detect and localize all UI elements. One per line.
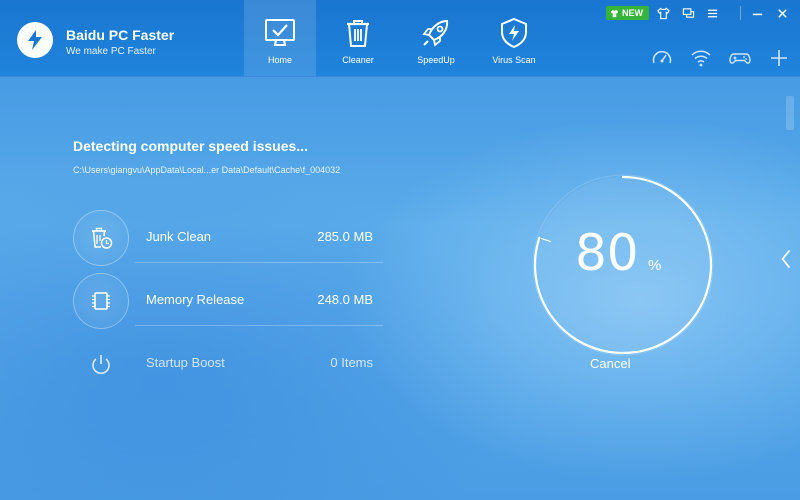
lightning-icon: [28, 30, 42, 50]
scan-current-path: C:\Users\giangvu\AppData\Local...er Data…: [73, 165, 341, 175]
monitor-check-icon: [265, 19, 295, 46]
junk-clean-badge: [73, 210, 129, 266]
tab-cleaner-label: Cleaner: [342, 55, 374, 65]
speedometer-icon: [652, 50, 672, 64]
shirt-outline-icon: [656, 6, 670, 19]
new-badge[interactable]: NEW: [606, 6, 649, 20]
minimize-icon: [752, 13, 762, 15]
game-mode-button[interactable]: [728, 46, 752, 70]
new-badge-label: NEW: [622, 8, 643, 18]
feedback-button[interactable]: [679, 4, 697, 22]
memory-release-badge: [73, 273, 129, 329]
rocket-icon: [422, 19, 449, 47]
progress-percent: 80: [575, 224, 639, 282]
row-divider: [135, 325, 383, 326]
shield-bolt-icon: [501, 17, 527, 49]
plus-icon: [771, 50, 787, 66]
app-window: Baidu PC Faster We make PC Faster Home C…: [0, 0, 800, 500]
startup-boost-badge: [73, 336, 129, 392]
progress-unit: %: [648, 257, 662, 274]
scrollbar[interactable]: [786, 96, 794, 130]
chat-icon: [682, 7, 694, 18]
startup-boost-value: 0 Items: [330, 355, 373, 370]
menu-icon: [707, 9, 717, 17]
cancel-button[interactable]: Cancel: [590, 356, 630, 371]
memory-release-value: 248.0 MB: [317, 292, 373, 307]
junk-clean-value: 285.0 MB: [317, 229, 373, 244]
scan-title: Detecting computer speed issues...: [73, 138, 308, 154]
tab-home-label: Home: [267, 55, 292, 65]
tab-virus-scan-label: Virus Scan: [492, 55, 536, 65]
trash-icon: [347, 20, 369, 47]
list-item-startup-boost: Startup Boost 0 Items: [73, 336, 383, 388]
list-item-junk-clean: Junk Clean 285.0 MB: [73, 210, 383, 266]
menu-button[interactable]: [703, 4, 721, 22]
memory-release-label: Memory Release: [146, 292, 245, 307]
app-subtitle: We make PC Faster: [66, 46, 156, 57]
more-tools-button[interactable]: [767, 46, 791, 70]
junk-clean-icon: [92, 227, 113, 249]
tab-speedup-label: SpeedUp: [417, 55, 455, 65]
tab-cleaner[interactable]: Cleaner: [322, 0, 394, 76]
power-icon: [92, 355, 110, 374]
tab-virus-scan[interactable]: Virus Scan: [478, 0, 550, 76]
header-bar: Baidu PC Faster We make PC Faster Home C…: [0, 0, 800, 77]
header-divider: [740, 6, 741, 20]
minimize-button[interactable]: [748, 4, 766, 22]
tab-home[interactable]: Home: [244, 0, 316, 76]
gamepad-icon: [729, 53, 751, 64]
chevron-left-icon: [781, 249, 791, 269]
wifi-button[interactable]: [689, 46, 713, 70]
app-logo: [17, 22, 53, 58]
startup-boost-label: Startup Boost: [146, 355, 225, 370]
skin-button[interactable]: [654, 4, 672, 22]
speedometer-button[interactable]: [650, 46, 674, 70]
row-divider: [135, 262, 383, 263]
list-item-memory-release: Memory Release 248.0 MB: [73, 273, 383, 329]
close-button[interactable]: [773, 4, 791, 22]
wifi-icon: [691, 50, 711, 67]
memory-chip-icon: [92, 292, 110, 310]
app-title: Baidu PC Faster: [66, 27, 175, 43]
close-icon: [777, 8, 787, 18]
shirt-icon: [610, 9, 619, 17]
tab-speedup[interactable]: SpeedUp: [400, 0, 472, 76]
side-panel-toggle[interactable]: [776, 244, 796, 274]
junk-clean-label: Junk Clean: [146, 229, 212, 244]
